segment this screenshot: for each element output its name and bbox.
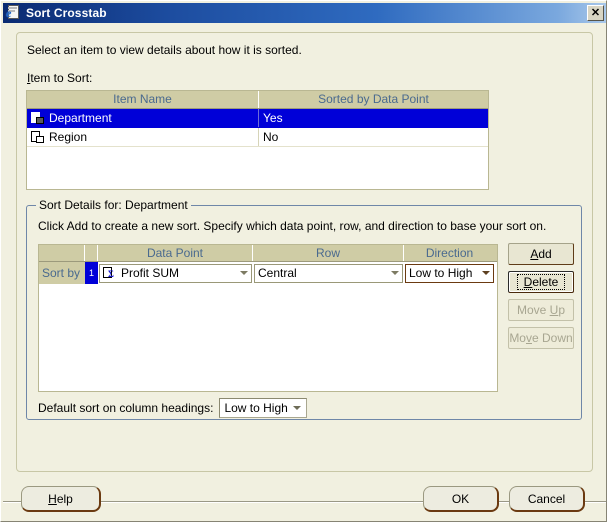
column-header-data-point[interactable]: Data Point <box>98 245 253 261</box>
sorted-by-cell[interactable]: Yes <box>259 109 488 127</box>
chevron-down-icon <box>391 271 399 275</box>
sort-grid-header: Data Point Row Direction <box>39 245 497 262</box>
sort-order-marker: 1 <box>85 262 98 284</box>
column-header-direction[interactable]: Direction <box>404 245 495 261</box>
sort-by-label: Sort by <box>39 262 85 284</box>
sigma-metric-icon: Σ <box>103 266 117 280</box>
item-to-sort-grid[interactable]: Item Name Sorted by Data Point Departmen… <box>26 90 489 190</box>
sorted-by-cell[interactable]: No <box>259 128 488 146</box>
row-value: Central <box>258 266 297 280</box>
move-up-button: Move Up <box>508 299 574 321</box>
delete-button[interactable]: Delete <box>508 271 574 293</box>
table-row[interactable]: Department Yes <box>27 109 488 128</box>
item-to-sort-label: Item to Sort: <box>27 71 93 85</box>
chevron-down-icon <box>240 271 248 275</box>
data-point-value: Profit SUM <box>121 266 180 280</box>
data-point-dropdown[interactable]: Σ Profit SUM <box>99 263 252 283</box>
chevron-down-icon <box>482 271 490 275</box>
move-down-button: Move Down <box>508 327 574 349</box>
sort-details-instruction: Click Add to create a new sort. Specify … <box>38 219 547 233</box>
direction-value: Low to High <box>409 266 473 280</box>
dialog-body-panel: Select an item to view details about how… <box>16 32 593 472</box>
column-header-item-name[interactable]: Item Name <box>27 91 259 108</box>
chevron-down-icon <box>293 406 302 410</box>
column-header-blank-1 <box>39 245 85 261</box>
attribute-icon <box>31 111 45 125</box>
data-point-cell[interactable]: Σ Profit SUM <box>98 262 253 284</box>
sort-action-buttons: Add Delete Move Up Move Down <box>508 243 574 355</box>
ok-button[interactable]: OK <box>423 486 499 512</box>
cancel-button[interactable]: Cancel <box>509 486 585 512</box>
table-row[interactable]: Region No <box>27 128 488 147</box>
row-cell[interactable]: Central <box>253 262 404 284</box>
direction-dropdown[interactable]: Low to High <box>405 263 494 283</box>
item-name-text: Region <box>49 130 88 144</box>
sort-details-title: Sort Details for: Department <box>36 198 191 212</box>
footer-button-bar: Help OK Cancel <box>1 481 606 521</box>
sort-details-grid[interactable]: Data Point Row Direction Sort by 1 Σ Pro… <box>38 244 498 392</box>
item-name-cell[interactable]: Department <box>27 109 259 127</box>
item-name-text: Department <box>49 111 112 125</box>
column-header-sorted-by-data-point[interactable]: Sorted by Data Point <box>259 91 488 108</box>
item-name-cell[interactable]: Region <box>27 128 259 146</box>
column-header-row[interactable]: Row <box>253 245 404 261</box>
intro-text: Select an item to view details about how… <box>27 43 302 57</box>
help-button[interactable]: Help <box>21 486 101 512</box>
window-title: Sort Crosstab <box>26 6 107 20</box>
column-header-blank-2 <box>85 245 98 261</box>
ie-document-icon: e <box>6 5 22 21</box>
sort-definition-row[interactable]: Sort by 1 Σ Profit SUM Central Low to Hi… <box>39 262 497 284</box>
direction-cell[interactable]: Low to High <box>404 262 495 284</box>
add-button[interactable]: Add <box>508 243 574 265</box>
attribute-icon <box>31 130 45 144</box>
item-grid-header: Item Name Sorted by Data Point <box>27 91 488 109</box>
close-icon[interactable]: ✕ <box>587 5 604 21</box>
title-bar: e Sort Crosstab ✕ <box>3 3 606 23</box>
default-sort-value: Low to High <box>224 401 288 415</box>
row-dropdown[interactable]: Central <box>254 263 403 283</box>
sort-details-groupbox: Sort Details for: Department Click Add t… <box>26 198 582 420</box>
sort-crosstab-dialog: e Sort Crosstab ✕ Select an item to view… <box>0 0 607 522</box>
default-sort-row: Default sort on column headings: Low to … <box>38 398 308 418</box>
default-sort-dropdown[interactable]: Low to High <box>219 398 308 418</box>
default-sort-label: Default sort on column headings: <box>38 401 214 415</box>
